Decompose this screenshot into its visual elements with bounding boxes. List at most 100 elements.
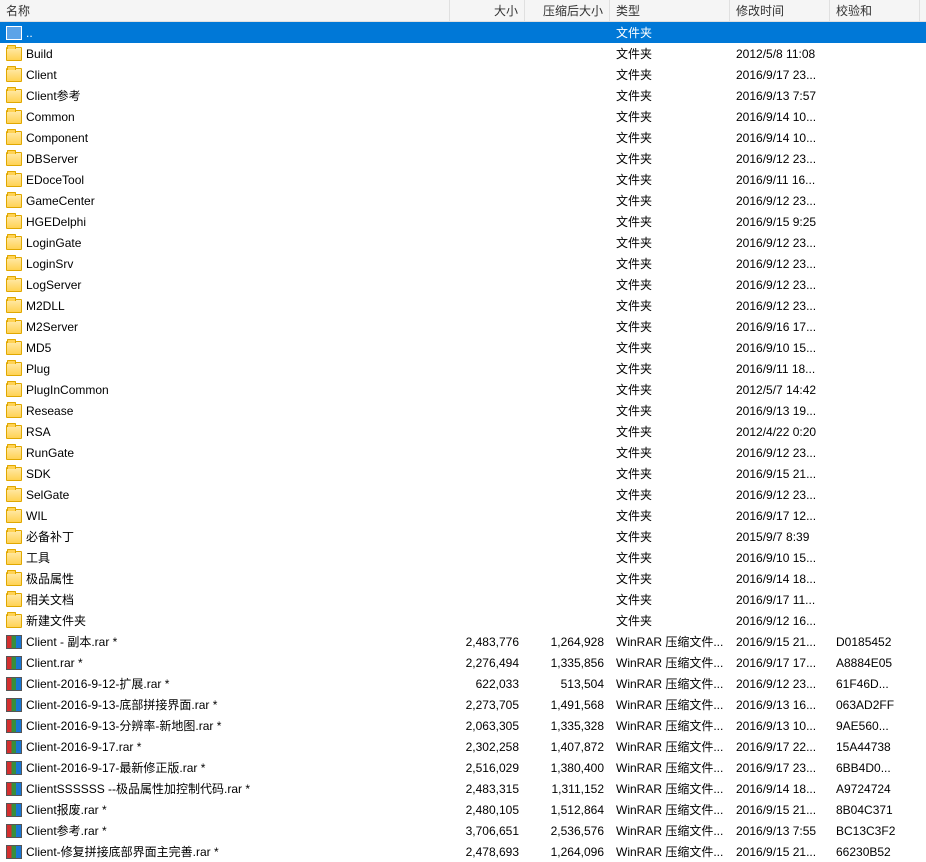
file-name-cell[interactable]: RunGate — [0, 444, 450, 462]
file-name-cell[interactable]: .. — [0, 24, 450, 42]
table-row[interactable]: Client.rar *2,276,4941,335,856WinRAR 压缩文… — [0, 652, 926, 673]
file-compressed-cell — [525, 619, 610, 623]
table-row[interactable]: SDK文件夹2016/9/15 21... — [0, 463, 926, 484]
table-row[interactable]: Client-2016-9-17.rar *2,302,2581,407,872… — [0, 736, 926, 757]
file-name-cell[interactable]: Build — [0, 45, 450, 63]
table-row[interactable]: LoginGate文件夹2016/9/12 23... — [0, 232, 926, 253]
file-name-cell[interactable]: Client - 副本.rar * — [0, 631, 450, 652]
file-name-cell[interactable]: GameCenter — [0, 192, 450, 210]
file-name-cell[interactable]: Common — [0, 108, 450, 126]
file-checksum-cell — [830, 31, 920, 35]
file-name-cell[interactable]: Plug — [0, 360, 450, 378]
column-header-type[interactable]: 类型 — [610, 0, 730, 22]
file-name-cell[interactable]: LoginSrv — [0, 255, 450, 273]
table-row[interactable]: Resease文件夹2016/9/13 19... — [0, 400, 926, 421]
table-row[interactable]: Client-2016-9-17-最新修正版.rar *2,516,0291,3… — [0, 757, 926, 778]
file-name-label: 工具 — [26, 549, 50, 566]
file-name-cell[interactable]: M2DLL — [0, 297, 450, 315]
file-name-cell[interactable]: Client-2016-9-17-最新修正版.rar * — [0, 757, 450, 778]
file-compressed-cell: 1,335,856 — [525, 654, 610, 672]
file-compressed-cell — [525, 388, 610, 392]
table-row[interactable]: LogServer文件夹2016/9/12 23... — [0, 274, 926, 295]
table-row[interactable]: Component文件夹2016/9/14 10... — [0, 127, 926, 148]
file-name-cell[interactable]: LoginGate — [0, 234, 450, 252]
table-row[interactable]: ClientSSSSSS --极品属性加控制代码.rar *2,483,3151… — [0, 778, 926, 799]
file-name-cell[interactable]: 工具 — [0, 547, 450, 568]
table-row[interactable]: Client-2016-9-12-扩展.rar *622,033513,504W… — [0, 673, 926, 694]
table-row[interactable]: Client-修复拼接底部界面主完善.rar *2,478,6931,264,0… — [0, 841, 926, 862]
table-row[interactable]: 相关文档文件夹2016/9/17 11... — [0, 589, 926, 610]
file-name-cell[interactable]: PlugInCommon — [0, 381, 450, 399]
file-name-cell[interactable]: SDK — [0, 465, 450, 483]
file-type-cell: 文件夹 — [610, 274, 730, 295]
file-name-cell[interactable]: 新建文件夹 — [0, 610, 450, 631]
file-name-cell[interactable]: Client-2016-9-17.rar * — [0, 738, 450, 756]
table-row[interactable]: Plug文件夹2016/9/11 18... — [0, 358, 926, 379]
column-header-modified[interactable]: 修改时间 — [730, 0, 830, 22]
table-row[interactable]: RunGate文件夹2016/9/12 23... — [0, 442, 926, 463]
file-type-cell: 文件夹 — [610, 358, 730, 379]
table-row[interactable]: DBServer文件夹2016/9/12 23... — [0, 148, 926, 169]
table-row[interactable]: 必备补丁文件夹2015/9/7 8:39 — [0, 526, 926, 547]
table-row[interactable]: RSA文件夹2012/4/22 0:20 — [0, 421, 926, 442]
file-name-cell[interactable]: Component — [0, 129, 450, 147]
table-row[interactable]: EDoceTool文件夹2016/9/11 16... — [0, 169, 926, 190]
table-row[interactable]: HGEDelphi文件夹2016/9/15 9:25 — [0, 211, 926, 232]
table-row[interactable]: Client-2016-9-13-分辨率-新地图.rar *2,063,3051… — [0, 715, 926, 736]
table-row[interactable]: M2DLL文件夹2016/9/12 23... — [0, 295, 926, 316]
file-compressed-cell — [525, 52, 610, 56]
file-name-cell[interactable]: 相关文档 — [0, 589, 450, 610]
table-row[interactable]: Build文件夹2012/5/8 11:08 — [0, 43, 926, 64]
file-name-cell[interactable]: 极品属性 — [0, 568, 450, 589]
file-modified-cell: 2016/9/17 23... — [730, 66, 830, 84]
file-name-cell[interactable]: RSA — [0, 423, 450, 441]
table-row[interactable]: Common文件夹2016/9/14 10... — [0, 106, 926, 127]
file-name-cell[interactable]: DBServer — [0, 150, 450, 168]
table-row[interactable]: Client-2016-9-13-底部拼接界面.rar *2,273,7051,… — [0, 694, 926, 715]
folder-icon — [6, 341, 22, 355]
table-row[interactable]: Client报废.rar *2,480,1051,512,864WinRAR 压… — [0, 799, 926, 820]
file-name-cell[interactable]: Client-2016-9-13-分辨率-新地图.rar * — [0, 715, 450, 736]
file-size-cell — [450, 367, 525, 371]
file-name-cell[interactable]: WIL — [0, 507, 450, 525]
table-row[interactable]: Client - 副本.rar *2,483,7761,264,928WinRA… — [0, 631, 926, 652]
table-row[interactable]: Client参考.rar *3,706,6512,536,576WinRAR 压… — [0, 820, 926, 841]
file-name-cell[interactable]: Client-2016-9-13-底部拼接界面.rar * — [0, 694, 450, 715]
file-type-cell: 文件夹 — [610, 127, 730, 148]
file-name-cell[interactable]: Client-2016-9-12-扩展.rar * — [0, 673, 450, 694]
file-name-cell[interactable]: ClientSSSSSS --极品属性加控制代码.rar * — [0, 778, 450, 799]
table-row[interactable]: Client文件夹2016/9/17 23... — [0, 64, 926, 85]
table-row[interactable]: MD5文件夹2016/9/10 15... — [0, 337, 926, 358]
table-row[interactable]: GameCenter文件夹2016/9/12 23... — [0, 190, 926, 211]
column-header-checksum[interactable]: 校验和 — [830, 0, 920, 22]
file-name-cell[interactable]: Client报废.rar * — [0, 799, 450, 820]
file-name-cell[interactable]: EDoceTool — [0, 171, 450, 189]
file-compressed-cell — [525, 430, 610, 434]
table-row[interactable]: 新建文件夹文件夹2016/9/12 16... — [0, 610, 926, 631]
table-row[interactable]: WIL文件夹2016/9/17 12... — [0, 505, 926, 526]
table-row[interactable]: Client参考文件夹2016/9/13 7:57 — [0, 85, 926, 106]
file-name-cell[interactable]: 必备补丁 — [0, 526, 450, 547]
table-row[interactable]: PlugInCommon文件夹2012/5/7 14:42 — [0, 379, 926, 400]
file-name-cell[interactable]: M2Server — [0, 318, 450, 336]
table-row[interactable]: 工具文件夹2016/9/10 15... — [0, 547, 926, 568]
table-row[interactable]: 极品属性文件夹2016/9/14 18... — [0, 568, 926, 589]
file-name-cell[interactable]: Client参考 — [0, 85, 450, 106]
table-row[interactable]: M2Server文件夹2016/9/16 17... — [0, 316, 926, 337]
file-name-cell[interactable]: MD5 — [0, 339, 450, 357]
file-name-cell[interactable]: Resease — [0, 402, 450, 420]
table-row[interactable]: LoginSrv文件夹2016/9/12 23... — [0, 253, 926, 274]
file-name-cell[interactable]: HGEDelphi — [0, 213, 450, 231]
file-size-cell — [450, 346, 525, 350]
file-name-cell[interactable]: LogServer — [0, 276, 450, 294]
column-header-compressed[interactable]: 压缩后大小 — [525, 0, 610, 22]
column-header-size[interactable]: 大小 — [450, 0, 525, 22]
file-name-cell[interactable]: Client参考.rar * — [0, 820, 450, 841]
table-row[interactable]: ..文件夹 — [0, 22, 926, 43]
file-name-cell[interactable]: SelGate — [0, 486, 450, 504]
column-header-name[interactable]: 名称 — [0, 0, 450, 22]
file-name-cell[interactable]: Client-修复拼接底部界面主完善.rar * — [0, 841, 450, 862]
file-name-cell[interactable]: Client — [0, 66, 450, 84]
table-row[interactable]: SelGate文件夹2016/9/12 23... — [0, 484, 926, 505]
file-name-cell[interactable]: Client.rar * — [0, 654, 450, 672]
